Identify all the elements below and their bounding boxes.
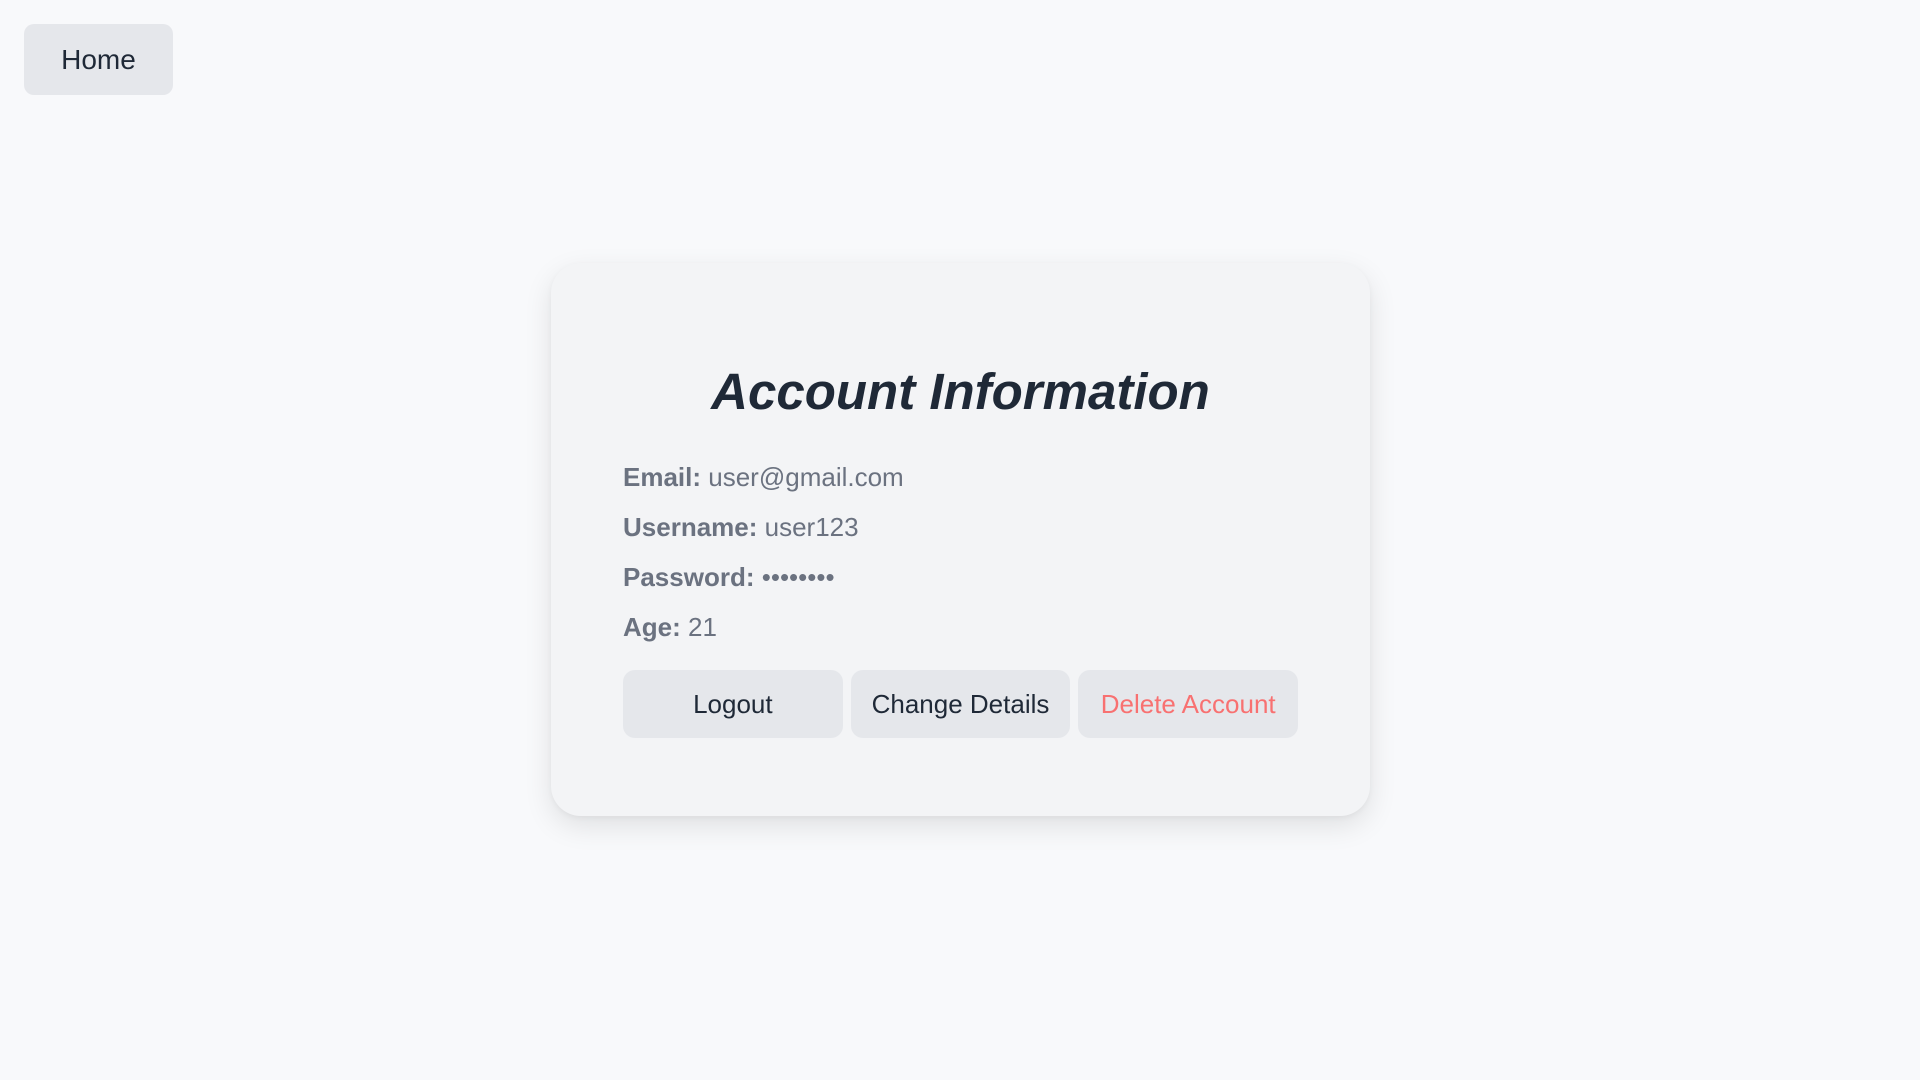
email-label: Email:: [623, 462, 702, 493]
home-button[interactable]: Home: [24, 24, 173, 95]
age-row: Age: 21: [623, 602, 1298, 652]
change-details-button[interactable]: Change Details: [850, 670, 1071, 739]
age-value: 21: [688, 612, 717, 643]
account-info-list: Email: user@gmail.com Username: user123 …: [623, 452, 1298, 652]
email-row: Email: user@gmail.com: [623, 452, 1298, 502]
username-row: Username: user123: [623, 502, 1298, 552]
age-label: Age:: [623, 612, 681, 643]
password-value: ••••••••: [761, 562, 835, 593]
logout-button[interactable]: Logout: [623, 670, 843, 739]
account-card: Account Information Email: user@gmail.co…: [551, 263, 1370, 816]
account-actions: Logout Change Details Delete Account: [623, 670, 1299, 739]
password-label: Password:: [623, 562, 755, 593]
username-value: user123: [764, 512, 859, 543]
page-title: Account Information: [711, 363, 1210, 420]
username-label: Username:: [623, 512, 758, 543]
password-row: Password: ••••••••: [623, 552, 1298, 602]
email-value: user@gmail.com: [708, 462, 904, 493]
delete-account-button[interactable]: Delete Account: [1078, 670, 1299, 739]
